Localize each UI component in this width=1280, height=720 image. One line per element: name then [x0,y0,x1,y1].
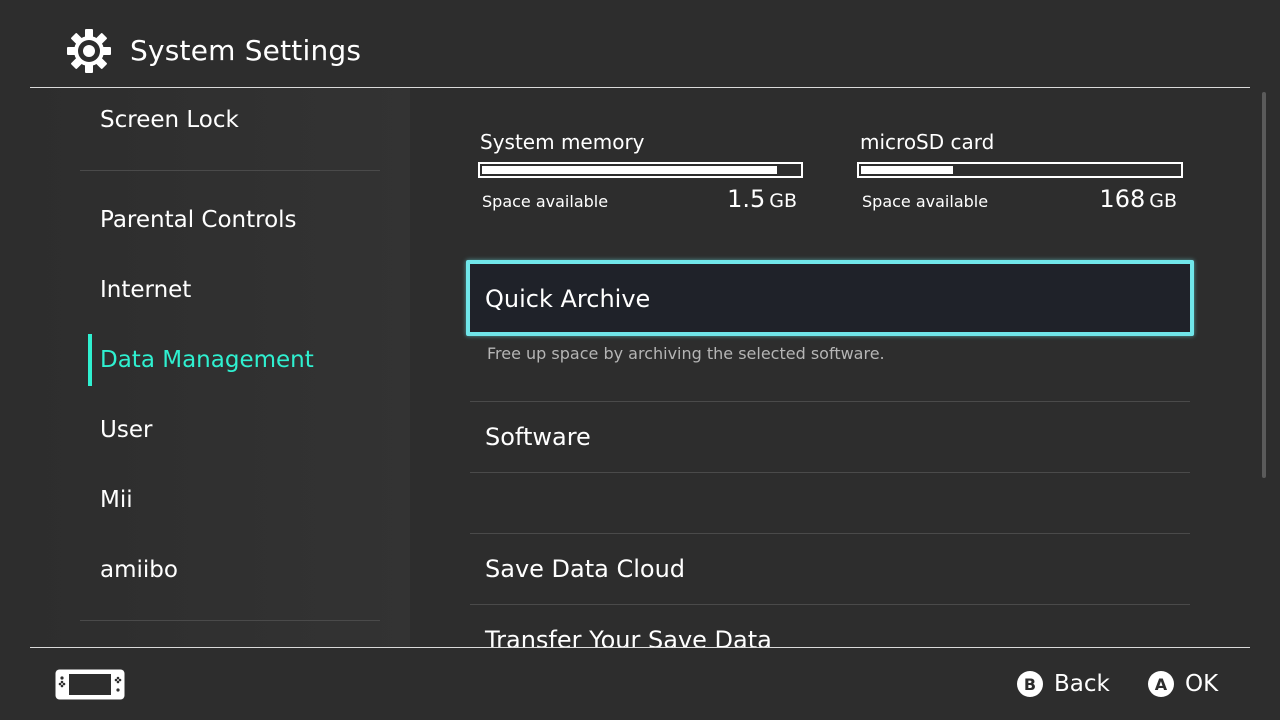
system-space-unit: GB [769,190,797,212]
system-memory-bar-fill [482,166,777,174]
menu-divider [470,604,1190,605]
sidebar-item-amiibo[interactable]: amiibo [100,554,178,586]
ok-label: OK [1185,671,1219,697]
a-button-icon: A [1148,671,1174,697]
transfer-save-data-button[interactable]: Transfer Your Save Data [485,624,772,647]
menu-divider [470,401,1190,402]
header: System Settings [0,0,1280,88]
microsd-space-available-value: 168 GB [1037,184,1177,216]
sidebar-item-user[interactable]: User [100,414,152,446]
gear-icon [67,29,111,73]
microsd-bar-fill [861,166,953,174]
ok-button[interactable]: A OK [1148,668,1218,700]
b-button-icon: B [1017,671,1043,697]
sidebar: Screen Lock Parental Controls Internet D… [30,88,410,647]
save-data-cloud-button[interactable]: Save Data Cloud [485,553,685,585]
microsd-space-unit: GB [1149,190,1177,212]
sidebar-divider [80,620,380,621]
system-space-available-value: 1.5 GB [657,184,797,216]
active-indicator [88,334,92,386]
system-memory-bar [478,162,803,178]
microsd-space-number: 168 [1099,185,1146,213]
console-icon [55,669,125,700]
sidebar-item-parental-controls[interactable]: Parental Controls [100,204,297,236]
software-button[interactable]: Software [485,421,591,453]
microsd-label: microSD card [860,130,995,154]
sidebar-item-internet[interactable]: Internet [100,274,191,306]
back-button[interactable]: B Back [1017,668,1110,700]
quick-archive-description: Free up space by archiving the selected … [487,344,885,363]
sidebar-item-data-management[interactable]: Data Management [100,344,314,376]
system-memory-label: System memory [480,130,645,154]
page-title: System Settings [130,34,362,67]
quick-archive-label: Quick Archive [485,285,651,313]
scrollbar[interactable] [1262,92,1266,478]
system-space-available-label: Space available [482,192,609,211]
main-panel: System memory Space available 1.5 GB micr… [410,88,1260,647]
sidebar-divider [80,170,380,171]
sidebar-item-screen-lock[interactable]: Screen Lock [100,104,239,136]
back-label: Back [1054,671,1110,697]
system-space-number: 1.5 [727,185,766,213]
footer-divider [30,647,1250,648]
microsd-space-available-label: Space available [862,192,989,211]
microsd-bar [857,162,1183,178]
menu-divider [470,472,1190,473]
quick-archive-button[interactable]: Quick Archive [466,260,1194,336]
sidebar-item-mii[interactable]: Mii [100,484,133,516]
menu-divider [470,533,1190,534]
